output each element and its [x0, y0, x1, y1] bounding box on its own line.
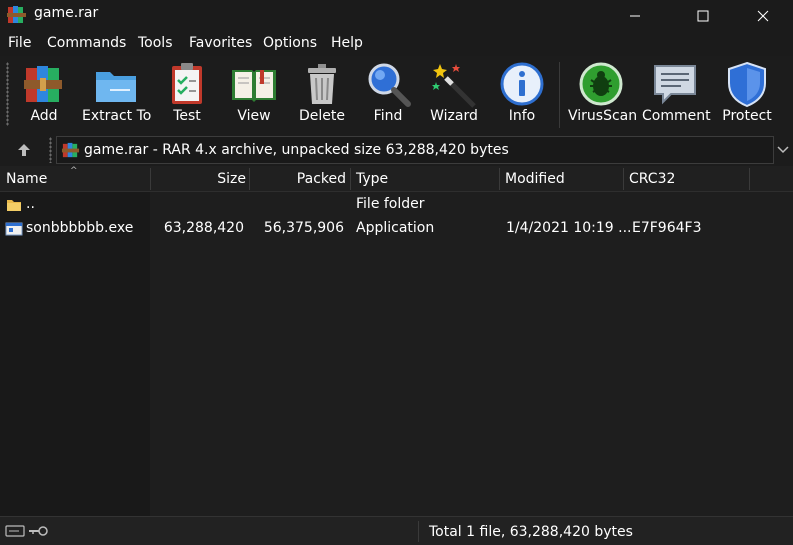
test-button[interactable]: Test	[164, 56, 210, 134]
row-size: 63,288,420	[163, 220, 244, 236]
file-list[interactable]: .. File folder sonbbbbbb.exe 63,288,420 …	[0, 192, 793, 516]
minimize-button[interactable]	[612, 0, 658, 31]
info-button[interactable]: Info	[498, 56, 546, 134]
find-label: Find	[373, 108, 403, 124]
virusscan-label: VirusScan	[568, 108, 638, 124]
delete-label: Delete	[299, 108, 345, 124]
winrar-books-icon	[24, 66, 62, 102]
status-bar: Total 1 file, 63,288,420 bytes	[0, 516, 793, 545]
column-crc32[interactable]: CRC32	[629, 166, 675, 192]
sort-arrow-icon: ^	[70, 166, 78, 176]
minimize-icon	[630, 15, 640, 16]
close-button[interactable]	[740, 0, 786, 31]
address-field[interactable]: game.rar - RAR 4.x archive, unpacked siz…	[56, 136, 774, 164]
shield-icon	[728, 61, 766, 108]
column-type[interactable]: Type	[356, 166, 388, 192]
column-divider[interactable]	[749, 168, 750, 190]
menu-commands[interactable]: Commands	[47, 35, 126, 51]
toolbar: Add Extract To Test View Delete Find Wiz…	[0, 56, 793, 134]
find-button[interactable]: Find	[364, 56, 412, 134]
column-modified[interactable]: Modified	[505, 166, 565, 192]
protect-button[interactable]: Protect	[720, 56, 774, 134]
folder-icon	[96, 72, 136, 102]
info-icon	[500, 62, 544, 106]
maximize-button[interactable]	[680, 0, 726, 31]
extract-to-label: Extract To	[82, 108, 152, 124]
up-folder-button[interactable]	[12, 139, 36, 161]
column-divider[interactable]	[499, 168, 500, 190]
address-text: game.rar - RAR 4.x archive, unpacked siz…	[84, 142, 509, 158]
close-icon	[757, 10, 769, 21]
bug-scan-icon	[579, 62, 623, 106]
winrar-app-icon	[7, 6, 26, 23]
row-modified: 1/4/2021 10:19 ...	[506, 220, 632, 236]
drive-key-icon[interactable]	[5, 523, 49, 539]
maximize-icon	[697, 10, 709, 21]
toolbar-grip	[6, 62, 9, 126]
wizard-button[interactable]: Wizard	[428, 56, 480, 134]
extract-to-button[interactable]: Extract To	[82, 56, 152, 134]
folder-icon	[7, 200, 21, 211]
comment-button[interactable]: Comment	[642, 56, 711, 134]
menu-bar: File Commands Tools Favorites Options He…	[0, 31, 793, 56]
menu-favorites[interactable]: Favorites	[189, 35, 252, 51]
status-text: Total 1 file, 63,288,420 bytes	[429, 524, 633, 540]
row-packed: 56,375,906	[263, 220, 344, 236]
protect-label: Protect	[722, 108, 772, 124]
menu-file[interactable]: File	[8, 35, 31, 51]
column-size[interactable]: Size	[150, 166, 246, 192]
wizard-label: Wizard	[430, 108, 478, 124]
clipboard-check-icon	[172, 63, 202, 104]
row-name: ..	[26, 196, 35, 212]
row-type: File folder	[356, 196, 425, 212]
menu-options[interactable]: Options	[263, 35, 317, 51]
column-name[interactable]: Name	[6, 166, 47, 192]
title-bar: game.rar	[0, 0, 793, 31]
add-label: Add	[30, 108, 58, 124]
status-divider	[418, 521, 419, 542]
exe-file-icon	[5, 222, 23, 236]
info-label: Info	[508, 108, 536, 124]
winrar-archive-icon	[61, 142, 80, 158]
magic-wand-icon	[432, 64, 476, 108]
test-label: Test	[173, 108, 201, 124]
window-title: game.rar	[34, 5, 99, 21]
open-book-icon	[232, 70, 276, 102]
view-label: View	[237, 108, 271, 124]
virusscan-button[interactable]: VirusScan	[568, 56, 638, 134]
view-button[interactable]: View	[226, 56, 282, 134]
speech-bubble-icon	[654, 65, 696, 105]
magnifier-icon	[368, 63, 411, 107]
column-header: ^ Name Size Packed Type Modified CRC32	[0, 166, 793, 192]
address-grip	[49, 137, 52, 163]
column-divider[interactable]	[350, 168, 351, 190]
chevron-down-icon[interactable]	[776, 143, 790, 157]
column-packed[interactable]: Packed	[250, 166, 346, 192]
add-button[interactable]: Add	[20, 56, 68, 134]
table-row[interactable]: .. File folder	[0, 193, 793, 217]
toolbar-separator	[559, 62, 560, 128]
row-type: Application	[356, 220, 435, 236]
row-crc32: E7F964F3	[632, 220, 702, 236]
trash-icon	[308, 64, 336, 104]
address-bar: game.rar - RAR 4.x archive, unpacked siz…	[0, 134, 793, 166]
arrow-up-icon	[18, 144, 30, 156]
menu-tools[interactable]: Tools	[138, 35, 173, 51]
delete-button[interactable]: Delete	[298, 56, 346, 134]
row-name: sonbbbbbb.exe	[26, 220, 134, 236]
comment-label: Comment	[642, 108, 711, 124]
menu-help[interactable]: Help	[331, 35, 363, 51]
table-row[interactable]: sonbbbbbb.exe 63,288,420 56,375,906 Appl…	[0, 217, 793, 241]
column-divider[interactable]	[623, 168, 624, 190]
